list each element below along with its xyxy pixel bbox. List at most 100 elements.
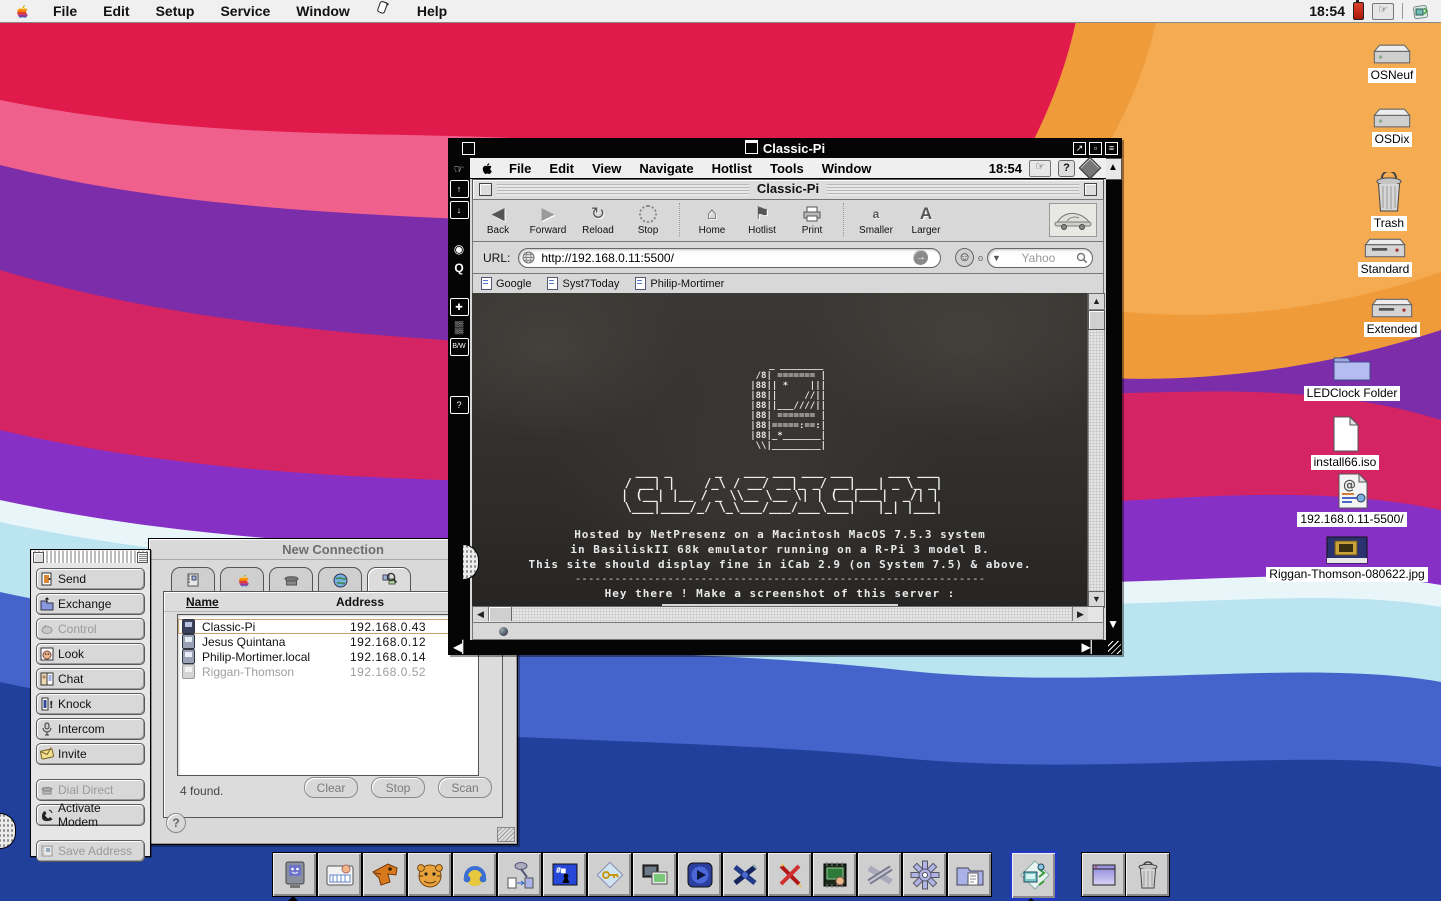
dock-finder-button[interactable] bbox=[272, 852, 317, 897]
palette-send-button[interactable]: Send bbox=[36, 568, 145, 590]
dock-xplanes-button[interactable] bbox=[857, 852, 902, 897]
bookmark-google[interactable]: Google bbox=[481, 277, 531, 290]
apple-menu[interactable] bbox=[0, 3, 40, 20]
colors-tool-icon[interactable]: ▒ bbox=[451, 319, 468, 335]
tab-network-scan[interactable] bbox=[367, 567, 411, 592]
palette-intercom-button[interactable]: Intercom bbox=[36, 718, 145, 740]
vnc-scroll-left[interactable]: ◀▏ bbox=[453, 640, 471, 655]
dock-keyboard-app-button[interactable] bbox=[317, 852, 362, 897]
dock-tiger-button[interactable] bbox=[407, 852, 452, 897]
quicktime-icon[interactable]: Q bbox=[451, 260, 468, 276]
desktop-icon-url-file[interactable]: @ 192.168.0.11-5500/ bbox=[1297, 472, 1407, 527]
palette-exchange-button[interactable]: Exchange bbox=[36, 593, 145, 615]
vnc-titlebar[interactable]: Classic-Pi ↗ ▫ ≡ bbox=[448, 138, 1122, 158]
go-button[interactable]: → bbox=[913, 250, 929, 265]
reload-button[interactable]: ↻ Reload bbox=[573, 200, 623, 236]
menu-service[interactable]: Service bbox=[207, 0, 283, 22]
finder-switch-icon[interactable] bbox=[1411, 3, 1431, 20]
dock-keychain-button[interactable] bbox=[587, 852, 632, 897]
palette-knock-button[interactable]: ! Knock bbox=[36, 693, 145, 715]
clipboard-get-icon[interactable]: ↓ bbox=[449, 201, 469, 219]
menu-view[interactable]: View bbox=[583, 161, 630, 176]
dock-settings-button[interactable] bbox=[902, 852, 947, 897]
desktop-icon-install66[interactable]: install66.iso bbox=[1302, 415, 1388, 470]
table-row[interactable]: Classic-Pi 192.168.0.43 bbox=[178, 619, 478, 634]
desktop-icon-jpeg[interactable]: Riggan-Thomson-080622.jpg bbox=[1266, 535, 1428, 582]
scroll-track[interactable] bbox=[1088, 309, 1105, 592]
vnc-help-icon[interactable]: ? bbox=[449, 396, 469, 414]
dock-chess-button[interactable]: #■ bbox=[542, 852, 587, 897]
remote-clock[interactable]: 18:54 bbox=[989, 161, 1022, 176]
dock-window-button[interactable] bbox=[1081, 852, 1126, 897]
icab-window-titlebar[interactable]: Classic-Pi bbox=[472, 179, 1104, 200]
tab-appletalk[interactable] bbox=[220, 567, 264, 592]
menu-hotlist[interactable]: Hotlist bbox=[703, 161, 761, 176]
menu-file[interactable]: File bbox=[500, 161, 540, 176]
dock-mozilla-button[interactable] bbox=[362, 852, 407, 897]
pointer-tool-icon[interactable]: ☞ bbox=[451, 161, 468, 177]
vnc-scroll-right[interactable]: ▶▏ bbox=[1082, 640, 1100, 655]
desktop-icon-ledclock-folder[interactable]: LEDClock Folder bbox=[1303, 350, 1401, 401]
search-icon[interactable] bbox=[1076, 252, 1088, 264]
menu-help[interactable]: Help bbox=[404, 0, 460, 22]
resize-tool-icon[interactable]: ✚ bbox=[449, 298, 469, 316]
table-row[interactable]: Riggan-Thomson 192.168.0.52 bbox=[178, 664, 478, 679]
search-field[interactable]: ▼ Yahoo bbox=[987, 247, 1093, 268]
menu-navigate[interactable]: Navigate bbox=[630, 161, 702, 176]
dock-file-sync-button[interactable] bbox=[497, 852, 542, 897]
larger-button[interactable]: A Larger bbox=[901, 200, 951, 236]
help-menu-icon[interactable]: ? bbox=[1058, 159, 1075, 177]
bw-toggle-icon[interactable]: B/W bbox=[449, 338, 469, 356]
palette-control-button[interactable]: Control bbox=[36, 618, 145, 640]
desktop-icon-extended[interactable]: Extended bbox=[1349, 296, 1435, 337]
table-row[interactable]: Jesus Quintana 192.168.0.12 bbox=[178, 634, 478, 649]
menubar-clock[interactable]: 18:54 bbox=[1309, 3, 1345, 19]
forward-button[interactable]: ▶ Forward bbox=[523, 200, 573, 236]
vnc-resize-grip[interactable] bbox=[1108, 641, 1121, 654]
palette-titlebar[interactable] bbox=[32, 551, 149, 563]
dock-trash-button[interactable] bbox=[1125, 852, 1170, 897]
window-resize-grip[interactable] bbox=[497, 827, 515, 842]
icab-app-menu-icon[interactable] bbox=[1078, 156, 1102, 180]
scan-button[interactable]: Scan bbox=[438, 777, 492, 798]
dock-tools-red-button[interactable] bbox=[767, 852, 812, 897]
dock-chip-editor-button[interactable] bbox=[812, 852, 857, 897]
chevron-down-icon[interactable]: ▼ bbox=[992, 253, 1001, 263]
scroll-left-arrow[interactable]: ◀ bbox=[473, 607, 489, 621]
column-address[interactable]: Address bbox=[336, 595, 446, 609]
dock-screen-capture-button[interactable] bbox=[632, 852, 677, 897]
scroll-thumb[interactable] bbox=[1088, 310, 1105, 330]
palette-invite-button[interactable]: Invite bbox=[36, 743, 145, 765]
help-button[interactable]: ? bbox=[166, 813, 186, 833]
tab-internet[interactable] bbox=[318, 567, 362, 592]
hotlist-button[interactable]: ⚑ Hotlist bbox=[737, 200, 787, 236]
bookmark-syst7today[interactable]: Syst7Today bbox=[547, 277, 619, 290]
menu-edit[interactable]: Edit bbox=[90, 0, 142, 22]
vnc-scroll-down[interactable]: ▼ bbox=[1107, 617, 1119, 632]
stop-button[interactable]: Stop bbox=[371, 777, 425, 798]
desktop-icon-standard[interactable]: Standard bbox=[1342, 236, 1428, 277]
camera-icon[interactable]: ◉ bbox=[451, 241, 468, 257]
clipboard-send-icon[interactable]: ↑ bbox=[449, 180, 469, 198]
scroll-track[interactable] bbox=[512, 607, 1072, 623]
vnc-scroll-up[interactable]: ▲ bbox=[1104, 158, 1122, 180]
table-row[interactable]: Philip-Mortimer.local 192.168.0.14 bbox=[178, 649, 478, 664]
vertical-scrollbar[interactable]: ▲ ▼ bbox=[1087, 293, 1105, 608]
icab-zoom-box[interactable] bbox=[1084, 183, 1097, 196]
tab-phone[interactable] bbox=[269, 567, 313, 592]
desktop-icon-trash[interactable]: Trash bbox=[1346, 172, 1432, 231]
apple-menu[interactable] bbox=[470, 161, 500, 176]
home-button[interactable]: ⌂ Home bbox=[687, 200, 737, 236]
print-button[interactable]: Print bbox=[787, 200, 837, 236]
palette-chat-button[interactable]: Chat bbox=[36, 668, 145, 690]
url-input[interactable] bbox=[539, 249, 914, 266]
menu-setup[interactable]: Setup bbox=[143, 0, 208, 22]
url-field[interactable]: → bbox=[518, 247, 941, 268]
dock-tools-blue-button[interactable] bbox=[722, 852, 767, 897]
dock-network-scanner-button[interactable] bbox=[1010, 851, 1057, 900]
application-menu-icon[interactable]: ☞ bbox=[1029, 159, 1051, 177]
menu-window[interactable]: Window bbox=[813, 161, 881, 176]
palette-collapse-box[interactable] bbox=[137, 551, 148, 563]
menu-window[interactable]: Window bbox=[283, 0, 363, 22]
menu-tools[interactable]: Tools bbox=[761, 161, 813, 176]
